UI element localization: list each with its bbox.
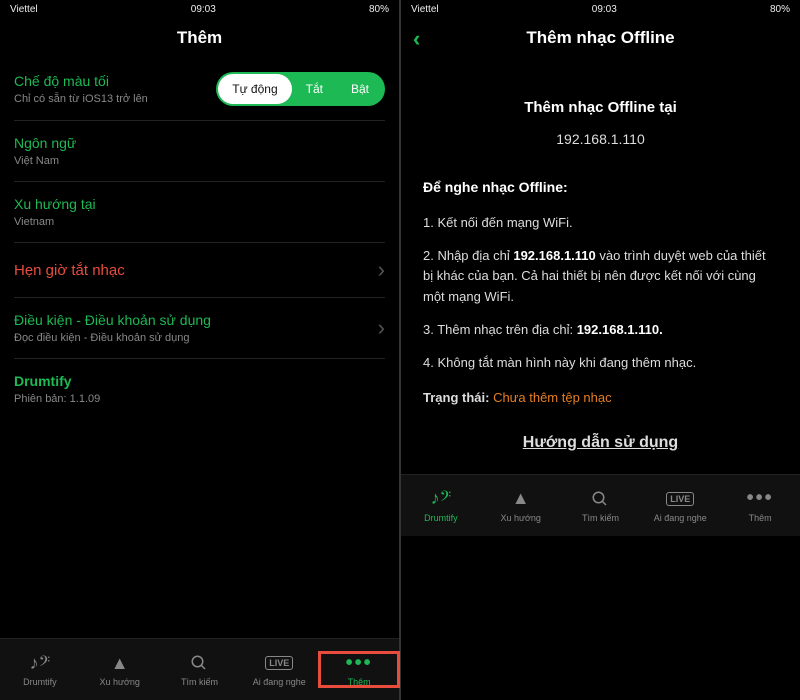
music-note-icon: ♪𝄢 — [431, 488, 452, 510]
status-bar: Viettel 09:03 80% — [0, 0, 399, 18]
language-value: Việt Nam — [14, 155, 76, 167]
live-icon: LIVE — [666, 488, 694, 510]
row-terms[interactable]: Điều kiện - Điều khoản sử dụng Đọc điều … — [14, 298, 385, 359]
terms-sub: Đọc điều kiện - Điều khoản sử dụng — [14, 332, 211, 344]
chevron-right-icon: › — [378, 315, 385, 341]
trending-label: Xu hướng tại — [14, 196, 96, 212]
terms-label: Điều kiện - Điều khoản sử dụng — [14, 312, 211, 328]
step-2: 2. Nhập địa chỉ 192.168.1.110 vào trình … — [423, 246, 778, 308]
row-darkmode: Chế độ màu tối Chỉ có sẵn từ iOS13 trở l… — [14, 58, 385, 121]
status-value: Chưa thêm tệp nhạc — [493, 390, 612, 405]
offline-ip: 192.168.1.110 — [423, 128, 778, 150]
chevron-right-icon: › — [378, 257, 385, 283]
battery-label: 80% — [770, 4, 790, 15]
page-title: Thêm nhạc Offline — [526, 28, 674, 48]
app-name: Drumtify — [14, 373, 100, 389]
offline-heading: Để nghe nhạc Offline: — [423, 176, 778, 198]
usage-guide-link[interactable]: Hướng dẫn sử dụng — [423, 430, 778, 456]
tab-search[interactable]: Tìm kiếm — [160, 652, 240, 687]
tab-listening[interactable]: LIVE Ai đang nghe — [239, 652, 319, 687]
more-icon: ••• — [346, 652, 373, 674]
darkmode-label: Chế độ màu tối — [14, 73, 148, 89]
tab-listening[interactable]: LIVE Ai đang nghe — [640, 488, 720, 523]
tab-trending[interactable]: ▲ Xu hướng — [80, 652, 160, 687]
search-icon — [591, 488, 609, 510]
carrier-label: Viettel — [411, 4, 439, 15]
header: Thêm — [0, 18, 399, 58]
sleep-timer-label: Hẹn giờ tắt nhạc — [14, 262, 125, 279]
offline-subtitle: Thêm nhạc Offline tại — [423, 96, 778, 120]
tab-more[interactable]: ••• Thêm — [720, 488, 800, 523]
clock: 09:03 — [592, 4, 617, 15]
more-icon: ••• — [747, 488, 774, 510]
row-language[interactable]: Ngôn ngữ Việt Nam — [14, 121, 385, 182]
clock: 09:03 — [191, 4, 216, 15]
seg-auto[interactable]: Tự động — [218, 74, 291, 104]
step-1: 1. Kết nối đến mạng WiFi. — [423, 213, 778, 234]
tab-bar: ♪𝄢 Drumtify ▲ Xu hướng Tìm kiếm LIVE Ai … — [0, 638, 399, 700]
tab-drumtify[interactable]: ♪𝄢 Drumtify — [401, 488, 481, 523]
tab-more[interactable]: ••• Thêm — [319, 652, 399, 687]
status-row: Trạng thái: Chưa thêm tệp nhạc — [423, 388, 778, 409]
step-3: 3. Thêm nhạc trên địa chỉ: 192.168.1.110… — [423, 320, 778, 341]
page-title: Thêm — [177, 28, 222, 48]
battery-label: 80% — [369, 4, 389, 15]
search-icon — [190, 652, 208, 674]
app-version: Phiên bản: 1.1.09 — [14, 393, 100, 405]
tab-drumtify[interactable]: ♪𝄢 Drumtify — [0, 652, 80, 687]
back-button[interactable]: ‹ — [413, 26, 420, 52]
flame-icon: ▲ — [512, 488, 530, 510]
phone-left: Viettel 09:03 80% Thêm Chế độ màu tối Ch… — [0, 0, 399, 700]
tab-bar: ♪𝄢 Drumtify ▲ Xu hướng Tìm kiếm LIVE Ai … — [401, 474, 800, 536]
music-note-icon: ♪𝄢 — [30, 652, 51, 674]
row-sleep-timer[interactable]: Hẹn giờ tắt nhạc › — [14, 243, 385, 298]
offline-content: Thêm nhạc Offline tại 192.168.1.110 Để n… — [401, 58, 800, 474]
language-label: Ngôn ngữ — [14, 135, 76, 151]
seg-off[interactable]: Tắt — [292, 74, 337, 104]
step-4: 4. Không tắt màn hình này khi đang thêm … — [423, 353, 778, 374]
header: ‹ Thêm nhạc Offline — [401, 18, 800, 58]
darkmode-segmented[interactable]: Tự động Tắt Bật — [216, 72, 385, 106]
row-appversion: Drumtify Phiên bản: 1.1.09 — [14, 359, 385, 419]
live-icon: LIVE — [265, 652, 293, 674]
tab-trending[interactable]: ▲ Xu hướng — [481, 488, 561, 523]
status-bar: Viettel 09:03 80% — [401, 0, 800, 18]
flame-icon: ▲ — [111, 652, 129, 674]
darkmode-sub: Chỉ có sẵn từ iOS13 trở lên — [14, 93, 148, 105]
tab-search[interactable]: Tìm kiếm — [561, 488, 641, 523]
settings-list: Chế độ màu tối Chỉ có sẵn từ iOS13 trở l… — [0, 58, 399, 638]
phone-right: Viettel 09:03 80% ‹ Thêm nhạc Offline Th… — [401, 0, 800, 700]
trending-value: Vietnam — [14, 216, 96, 228]
carrier-label: Viettel — [10, 4, 38, 15]
row-trending-region[interactable]: Xu hướng tại Vietnam — [14, 182, 385, 243]
seg-on[interactable]: Bật — [337, 74, 383, 104]
